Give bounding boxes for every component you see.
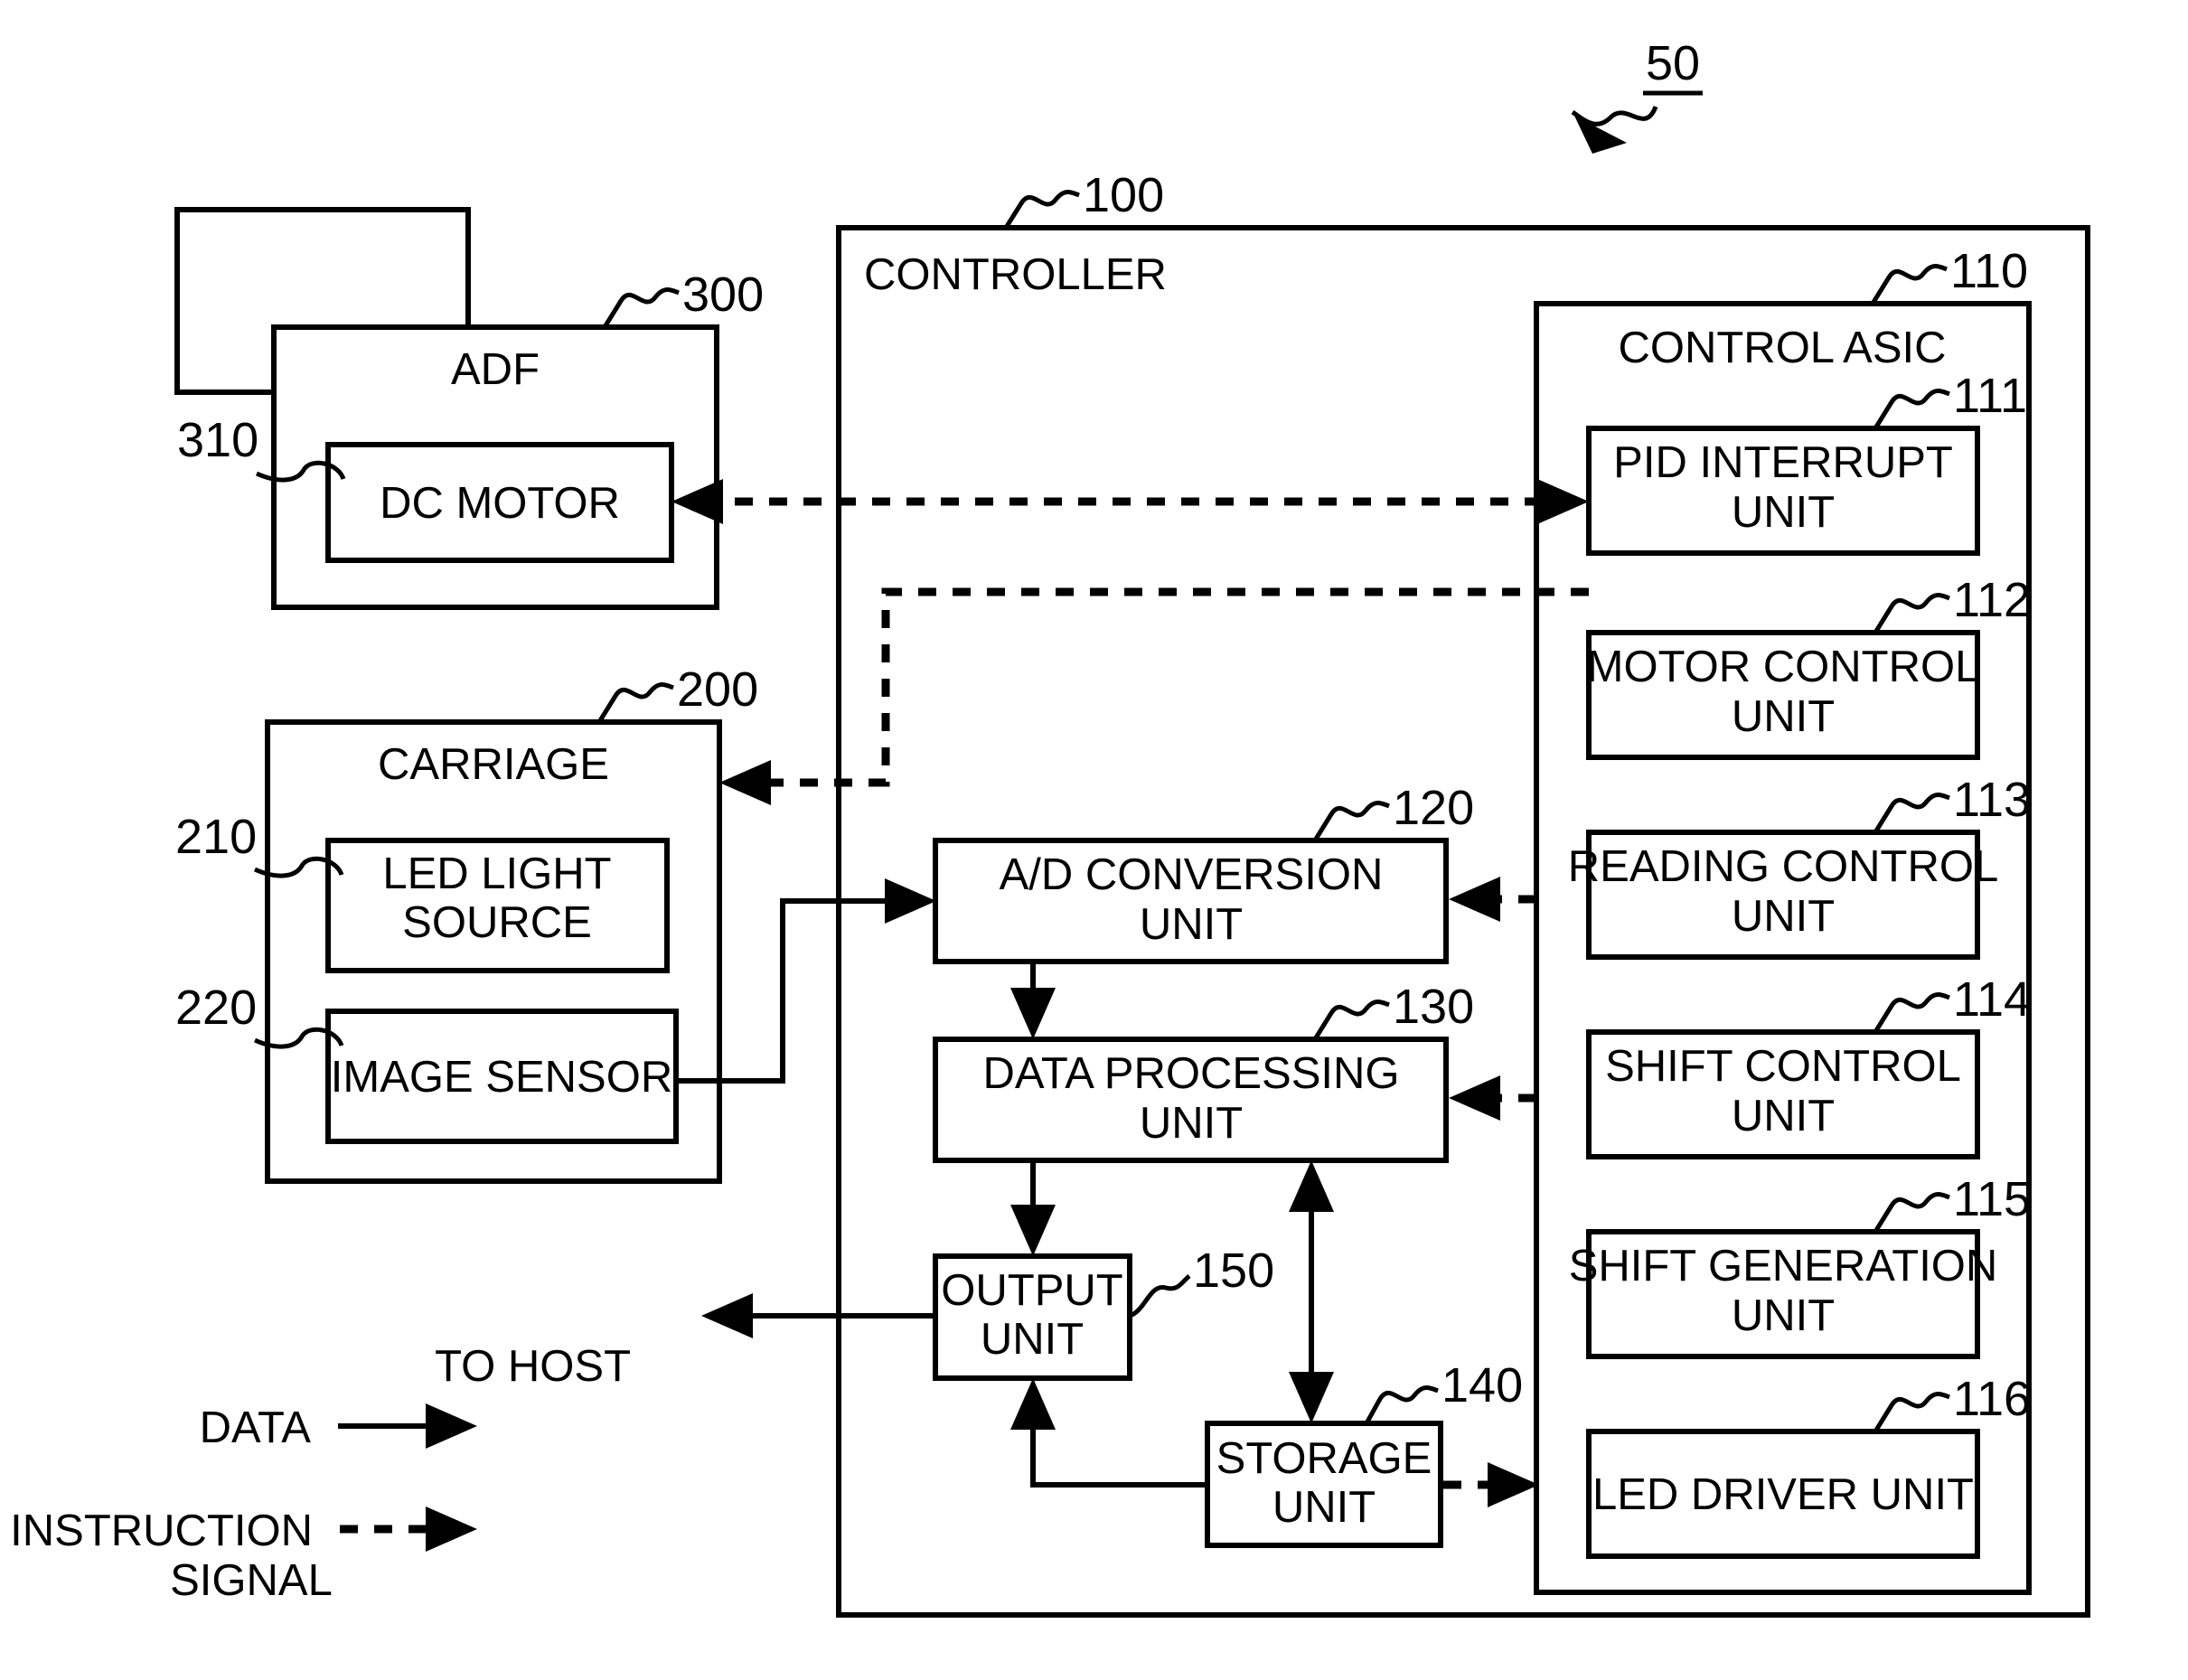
output-unit-label-line1: OUTPUT <box>941 1266 1122 1315</box>
data-processing-unit-label-line2: UNIT <box>1140 1099 1243 1148</box>
patent-figure: PID INTERRUPT UNIT : bidirectional dashe… <box>0 0 2188 1680</box>
ref-number-114: 114 <box>1953 972 2031 1027</box>
carriage-title: CARRIAGE <box>378 740 609 789</box>
controller-title: CONTROLLER <box>864 250 1167 299</box>
led-light-source-label-line2: SOURCE <box>402 898 592 947</box>
storage-unit-label-line2: UNIT <box>1272 1483 1376 1532</box>
ref-number-120: 120 <box>1393 781 1474 835</box>
legend-data-arrow <box>338 1403 477 1449</box>
ref-number-115: 115 <box>1953 1172 2031 1226</box>
shift-generation-unit-label-line1: SHIFT GENERATION <box>1569 1242 1998 1291</box>
reading-control-unit-label-line2: UNIT <box>1732 892 1835 941</box>
legend-instruction-label-line2: SIGNAL <box>170 1556 333 1605</box>
image-sensor-label: IMAGE SENSOR <box>331 1053 672 1102</box>
storage-unit-label-line1: STORAGE <box>1216 1434 1432 1483</box>
led-driver-unit-label-line1: LED DRIVER UNIT <box>1592 1470 1974 1519</box>
ref-number-116: 116 <box>1953 1372 2031 1426</box>
led-light-source-label-line1: LED LIGHT <box>382 849 611 898</box>
ref-number-113: 113 <box>1953 773 2031 827</box>
ref-number-220: 220 <box>175 981 257 1035</box>
shift-control-unit-label-line1: SHIFT CONTROL <box>1605 1042 1961 1091</box>
pid-interrupt-unit-label-line2: UNIT <box>1732 488 1835 537</box>
ref-number-100: 100 <box>1083 168 1164 222</box>
legend-instruction-arrow <box>340 1506 477 1552</box>
ref-number-150: 150 <box>1193 1244 1274 1298</box>
ref-leader-200 <box>596 682 674 724</box>
ref-number-140: 140 <box>1441 1358 1523 1413</box>
adf-title: ADF <box>451 345 540 394</box>
to-host-label: TO HOST <box>435 1342 631 1391</box>
ref-number-200: 200 <box>677 662 758 717</box>
shift-generation-unit-label-line2: UNIT <box>1732 1291 1835 1340</box>
legend-data-label: DATA <box>200 1403 312 1452</box>
motor-control-unit-label-line1: MOTOR CONTROL <box>1587 643 1980 691</box>
output-unit-label-line2: UNIT <box>981 1315 1084 1364</box>
ref-number-310: 310 <box>177 413 258 467</box>
pid-interrupt-unit-label-line1: PID INTERRUPT <box>1613 438 1953 487</box>
ad-conversion-unit-label-line2: UNIT <box>1140 900 1243 949</box>
ref-number-110: 110 <box>1950 244 2028 298</box>
overall-ref-number: 50 <box>1646 36 1700 90</box>
ref-number-112: 112 <box>1953 573 2031 627</box>
ref-leader-100 <box>1003 190 1080 230</box>
legend-instruction-label-line1: INSTRUCTION <box>10 1506 313 1555</box>
ad-conversion-unit-label-line1: A/D CONVERSION <box>1000 850 1384 899</box>
data-processing-unit-label-line1: DATA PROCESSING <box>982 1049 1399 1098</box>
ref-number-130: 130 <box>1393 980 1474 1034</box>
ref-number-111: 111 <box>1953 369 2027 423</box>
shift-control-unit-label-line2: UNIT <box>1732 1092 1835 1140</box>
ref-number-300: 300 <box>682 267 764 322</box>
motor-control-unit-label-line2: UNIT <box>1732 692 1835 741</box>
control-asic-title: CONTROL ASIC <box>1618 324 1946 372</box>
reading-control-unit-label-line1: READING CONTROL <box>1568 842 1998 891</box>
ref-number-210: 210 <box>175 810 257 864</box>
dc-motor-label: DC MOTOR <box>380 479 620 528</box>
ref-leader-300 <box>602 287 680 329</box>
diagram-structure: PID INTERRUPT UNIT : bidirectional dashe… <box>10 36 2090 1618</box>
